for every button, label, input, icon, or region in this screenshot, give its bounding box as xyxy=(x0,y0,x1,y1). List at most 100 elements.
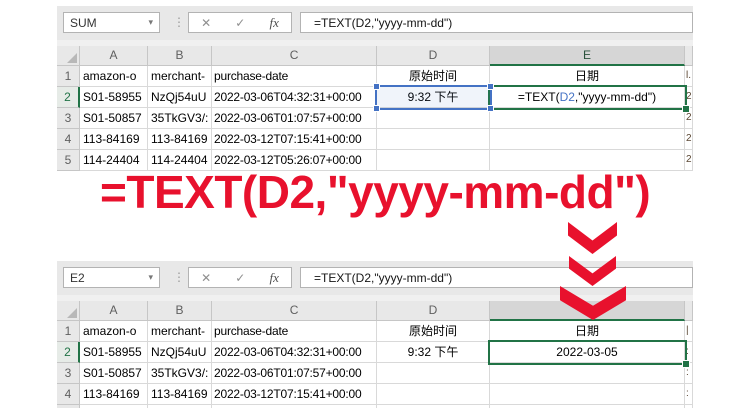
enter-icon[interactable]: ✓ xyxy=(235,271,245,285)
cancel-icon[interactable]: ✕ xyxy=(201,16,211,30)
cell-b2[interactable]: NzQj54uU xyxy=(148,342,212,363)
cell-d3[interactable] xyxy=(377,108,490,129)
name-box-dropdown-icon[interactable]: ▾ xyxy=(148,272,153,283)
cell-c1[interactable]: purchase-date xyxy=(212,66,377,87)
cell-e2-formula[interactable]: =TEXT(D2,"yyyy-mm-dd") xyxy=(490,87,685,108)
column-header-c[interactable]: C xyxy=(212,46,377,66)
column-header-row: A B C D E xyxy=(57,46,693,66)
insert-function-icon[interactable]: fx xyxy=(270,15,279,31)
cell-c2[interactable]: 2022-03-06T04:32:31+00:00 xyxy=(212,87,377,108)
cell-e3[interactable] xyxy=(490,363,685,384)
row-header-3[interactable]: 3 xyxy=(57,363,80,384)
cell-e4[interactable] xyxy=(490,129,685,150)
column-header-e[interactable]: E xyxy=(490,46,685,66)
cell-f4-partial[interactable]: 2 xyxy=(685,129,693,150)
cell-e3[interactable] xyxy=(490,108,685,129)
cell-a4[interactable]: 113-84169 xyxy=(80,129,148,150)
cell-f2-partial[interactable]: : xyxy=(685,342,693,363)
cell-d1[interactable]: 原始时间 xyxy=(377,321,490,342)
select-all-icon xyxy=(67,53,77,63)
cell-b1[interactable]: merchant- xyxy=(148,66,212,87)
enter-icon[interactable]: ✓ xyxy=(235,16,245,30)
cell-b4[interactable]: 113-84169 xyxy=(148,384,212,405)
cell-a1[interactable]: amazon-o xyxy=(80,66,148,87)
column-header-d[interactable]: D xyxy=(377,301,490,321)
cell-d1[interactable]: 原始时间 xyxy=(377,66,490,87)
cell-b3[interactable]: 35TkGV3/: xyxy=(148,363,212,384)
cell-f3-partial[interactable]: 2 xyxy=(685,108,693,129)
cell-d4[interactable] xyxy=(377,384,490,405)
cell-e2-result[interactable]: 2022-03-05 xyxy=(490,342,685,363)
column-header-a[interactable]: A xyxy=(80,46,148,66)
row-header-5[interactable]: 5 xyxy=(57,150,80,171)
cell-b1[interactable]: merchant- xyxy=(148,321,212,342)
cell-c4[interactable]: 2022-03-12T07:15:41+00:00 xyxy=(212,384,377,405)
row-header-1[interactable]: 1 xyxy=(57,66,80,87)
cell-d3[interactable] xyxy=(377,363,490,384)
name-box[interactable]: E2 ▾ xyxy=(63,267,160,288)
table-row: 1 amazon-o merchant- purchase-date 原始时间 … xyxy=(57,66,693,87)
cell-a4[interactable]: 113-84169 xyxy=(80,384,148,405)
cell-a3[interactable]: S01-50857 xyxy=(80,363,148,384)
table-row: 4 113-84169 113-84169 2022-03-12T07:15:4… xyxy=(57,384,693,405)
cell-a3[interactable]: S01-50857 xyxy=(80,108,148,129)
column-header-a[interactable]: A xyxy=(80,301,148,321)
name-box-value: SUM xyxy=(70,15,97,30)
toolbar-grip-icon: ⋮ xyxy=(173,15,185,29)
row-header-4[interactable]: 4 xyxy=(57,129,80,150)
cell-b4[interactable]: 113-84169 xyxy=(148,129,212,150)
column-header-d[interactable]: D xyxy=(377,46,490,66)
formula-bar-content: =TEXT(D2,"yyyy-mm-dd") xyxy=(314,15,453,30)
column-header-c[interactable]: C xyxy=(212,301,377,321)
column-header-f-partial[interactable] xyxy=(685,46,693,66)
row-header-2[interactable]: 2 xyxy=(57,342,80,363)
cell-e1[interactable]: 日期 xyxy=(490,66,685,87)
cell-a1[interactable]: amazon-o xyxy=(80,321,148,342)
row-header-2[interactable]: 2 xyxy=(57,87,80,108)
formula-suffix: ,"yyyy-mm-dd") xyxy=(574,90,657,104)
cell-b3[interactable]: 35TkGV3/: xyxy=(148,108,212,129)
down-arrow-icon xyxy=(568,222,617,254)
formula-buttons: ✕ ✓ fx xyxy=(188,12,292,33)
cell-f3-partial[interactable]: : xyxy=(685,363,693,384)
cell-c2[interactable]: 2022-03-06T04:32:31+00:00 xyxy=(212,342,377,363)
cell-f4-partial[interactable]: : xyxy=(685,384,693,405)
formula-toolbar: SUM ▾ ⋮ ✕ ✓ fx =TEXT(D2,"yyyy-mm-dd") xyxy=(57,6,693,46)
row-header-1[interactable]: 1 xyxy=(57,321,80,342)
cell-c1[interactable]: purchase-date xyxy=(212,321,377,342)
name-box-dropdown-icon[interactable]: ▾ xyxy=(148,17,153,28)
column-header-b[interactable]: B xyxy=(148,46,212,66)
column-header-b[interactable]: B xyxy=(148,301,212,321)
toolbar-grip-icon: ⋮ xyxy=(173,270,185,284)
cell-e4[interactable] xyxy=(490,384,685,405)
row-header-3[interactable]: 3 xyxy=(57,108,80,129)
cell-f5-partial[interactable]: 2 xyxy=(685,150,693,171)
cell-e1[interactable]: 日期 xyxy=(490,321,685,342)
cell-d2[interactable]: 9:32 下午 xyxy=(377,87,490,108)
cell-b2[interactable]: NzQj54uU xyxy=(148,87,212,108)
select-all-button[interactable] xyxy=(57,301,80,321)
select-all-button[interactable] xyxy=(57,46,80,66)
formula-bar[interactable]: =TEXT(D2,"yyyy-mm-dd") xyxy=(300,12,693,33)
table-row: 2 S01-58955 NzQj54uU 2022-03-06T04:32:31… xyxy=(57,342,693,363)
highlighted-formula-text: =TEXT(D2,"yyyy-mm-dd") xyxy=(100,166,651,218)
table-row: 3 S01-50857 35TkGV3/: 2022-03-06T01:07:5… xyxy=(57,363,693,384)
cell-a2[interactable]: S01-58955 xyxy=(80,342,148,363)
row-header-4[interactable]: 4 xyxy=(57,384,80,405)
name-box[interactable]: SUM ▾ xyxy=(63,12,160,33)
cell-c4[interactable]: 2022-03-12T07:15:41+00:00 xyxy=(212,129,377,150)
cell-f1-partial[interactable]: l. xyxy=(685,66,693,87)
formula-bar[interactable]: =TEXT(D2,"yyyy-mm-dd") xyxy=(300,267,693,288)
cell-f2-partial[interactable]: 2 xyxy=(685,87,693,108)
cancel-icon[interactable]: ✕ xyxy=(201,271,211,285)
cell-d2[interactable]: 9:32 下午 xyxy=(377,342,490,363)
cell-f1-partial[interactable]: | xyxy=(685,321,693,342)
insert-function-icon[interactable]: fx xyxy=(270,270,279,286)
cell-a2[interactable]: S01-58955 xyxy=(80,87,148,108)
column-header-f-partial[interactable] xyxy=(685,301,693,321)
cell-d4[interactable] xyxy=(377,129,490,150)
excel-text-formula-tutorial: SUM ▾ ⋮ ✕ ✓ fx =TEXT(D2,"yyyy-mm-dd") A … xyxy=(0,0,750,408)
cell-c3[interactable]: 2022-03-06T01:07:57+00:00 xyxy=(212,108,377,129)
cell-c3[interactable]: 2022-03-06T01:07:57+00:00 xyxy=(212,363,377,384)
select-all-icon xyxy=(67,308,77,318)
